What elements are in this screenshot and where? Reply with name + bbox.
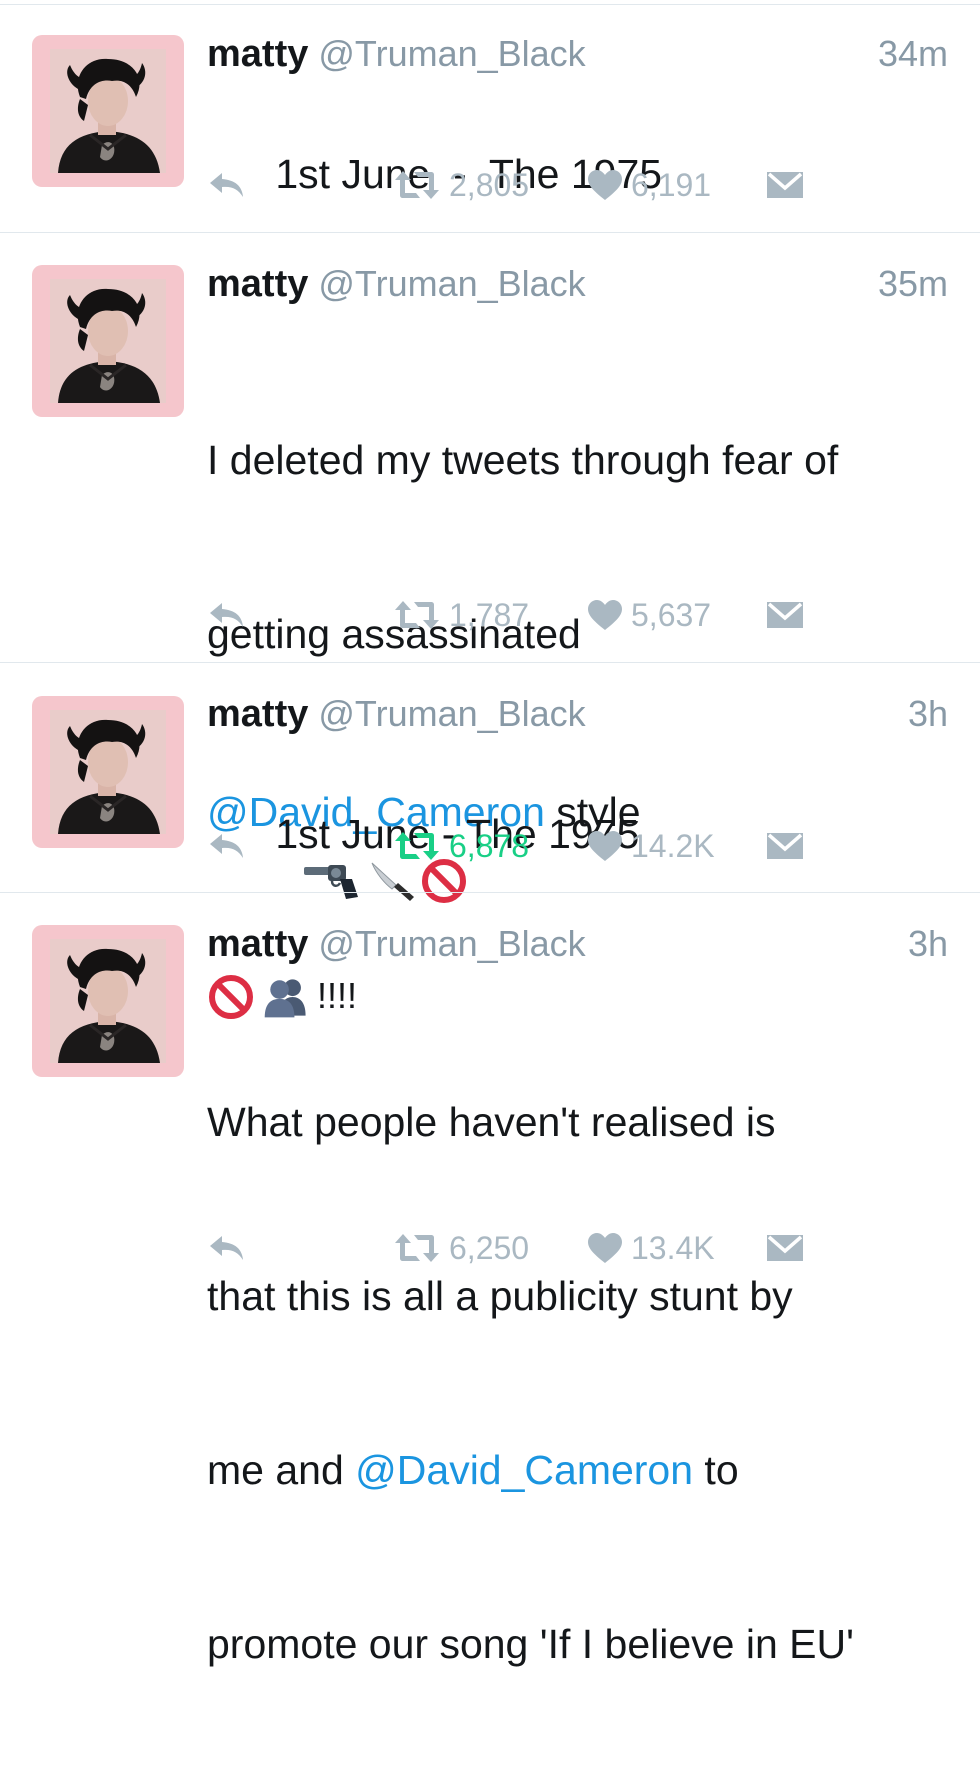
direct-message-button[interactable] <box>765 1226 805 1270</box>
envelope-icon <box>765 599 805 631</box>
tweet-text-line: I deleted my tweets through fear of <box>207 437 839 483</box>
display-name[interactable]: matty <box>207 33 308 75</box>
retweet-count: 6,878 <box>449 827 530 864</box>
tweet[interactable]: matty @Truman_Black 34m 1st June - The 19… <box>0 5 980 233</box>
retweet-icon <box>393 169 441 201</box>
reply-icon <box>207 1232 247 1264</box>
timestamp[interactable]: 35m <box>878 263 948 305</box>
direct-message-button[interactable] <box>765 163 805 207</box>
like-count: 6,191 <box>631 166 712 203</box>
tweet-header: matty @Truman_Black 35m <box>207 263 948 311</box>
heart-icon <box>587 1232 623 1264</box>
display-name[interactable]: matty <box>207 263 308 305</box>
tweet-actions: 2,805 6,191 <box>207 163 827 207</box>
display-name[interactable]: matty <box>207 923 308 965</box>
avatar-photo <box>50 939 166 1063</box>
like-button[interactable]: 5,637 <box>587 593 711 637</box>
avatar[interactable] <box>32 696 184 848</box>
retweet-icon <box>393 830 441 862</box>
timestamp[interactable]: 3h <box>908 693 948 735</box>
username[interactable]: @Truman_Black <box>318 33 585 74</box>
direct-message-button[interactable] <box>765 593 805 637</box>
avatar[interactable] <box>32 265 184 417</box>
retweet-count: 1,787 <box>449 596 530 633</box>
timestamp[interactable]: 3h <box>908 923 948 965</box>
retweet-button[interactable]: 6,878 <box>393 824 529 868</box>
retweet-icon <box>393 599 441 631</box>
tweet-text-line: that this is all a publicity stunt by <box>207 1273 793 1319</box>
username[interactable]: @Truman_Black <box>318 263 585 304</box>
envelope-icon <box>765 169 805 201</box>
reply-button[interactable] <box>207 1226 247 1270</box>
avatar-photo <box>50 49 166 173</box>
avatar-photo <box>50 279 166 403</box>
like-count: 13.4K <box>631 1229 715 1266</box>
avatar[interactable] <box>32 925 184 1077</box>
tweet-text-line: What people haven't realised is <box>207 1099 776 1145</box>
avatar[interactable] <box>32 35 184 187</box>
reply-button[interactable] <box>207 824 247 868</box>
envelope-icon <box>765 1232 805 1264</box>
tweet-text-fragment: to <box>693 1447 739 1493</box>
reply-icon <box>207 599 247 631</box>
envelope-icon <box>765 830 805 862</box>
tweet[interactable]: matty @Truman_Black 3h What people haven'… <box>0 893 980 1667</box>
tweet[interactable]: matty @Truman_Black 3h 1st June - The 197… <box>0 663 980 893</box>
tweet-actions: 6,250 13.4K <box>207 1226 827 1270</box>
display-name[interactable]: matty <box>207 693 308 735</box>
tweet-text: What people haven't realised is that thi… <box>207 977 950 1789</box>
tweet-header: matty @Truman_Black 3h <box>207 923 948 971</box>
tweet-actions: 1,787 5,637 <box>207 593 827 637</box>
retweet-count: 2,805 <box>449 166 530 203</box>
timeline: matty @Truman_Black 34m 1st June - The 19… <box>0 0 980 1667</box>
retweet-button[interactable]: 1,787 <box>393 593 529 637</box>
retweet-button[interactable]: 6,250 <box>393 1226 529 1270</box>
tweet-text-line: promote our song 'If I believe in EU' <box>207 1621 854 1667</box>
tweet-header: matty @Truman_Black 34m <box>207 33 948 81</box>
tweet[interactable]: matty @Truman_Black 35m I deleted my twee… <box>0 233 980 663</box>
retweet-button[interactable]: 2,805 <box>393 163 529 207</box>
like-count: 5,637 <box>631 596 712 633</box>
mention-link[interactable]: @David_Cameron <box>355 1447 693 1493</box>
avatar-photo <box>50 710 166 834</box>
tweet-header: matty @Truman_Black 3h <box>207 693 948 741</box>
like-button[interactable]: 6,191 <box>587 163 711 207</box>
timestamp[interactable]: 34m <box>878 33 948 75</box>
reply-icon <box>207 169 247 201</box>
reply-button[interactable] <box>207 163 247 207</box>
username[interactable]: @Truman_Black <box>318 693 585 734</box>
reply-button[interactable] <box>207 593 247 637</box>
retweet-icon <box>393 1232 441 1264</box>
username[interactable]: @Truman_Black <box>318 923 585 964</box>
tweet-actions: 6,878 14.2K <box>207 824 827 868</box>
direct-message-button[interactable] <box>765 824 805 868</box>
like-count: 14.2K <box>631 827 715 864</box>
like-button[interactable]: 13.4K <box>587 1226 715 1270</box>
tweet-text-line: me and @David_Cameron to <box>207 1441 950 1499</box>
retweet-count: 6,250 <box>449 1229 530 1266</box>
reply-icon <box>207 830 247 862</box>
heart-icon <box>587 599 623 631</box>
like-button[interactable]: 14.2K <box>587 824 715 868</box>
heart-icon <box>587 169 623 201</box>
heart-icon <box>587 830 623 862</box>
tweet-text-fragment: me and <box>207 1447 356 1493</box>
